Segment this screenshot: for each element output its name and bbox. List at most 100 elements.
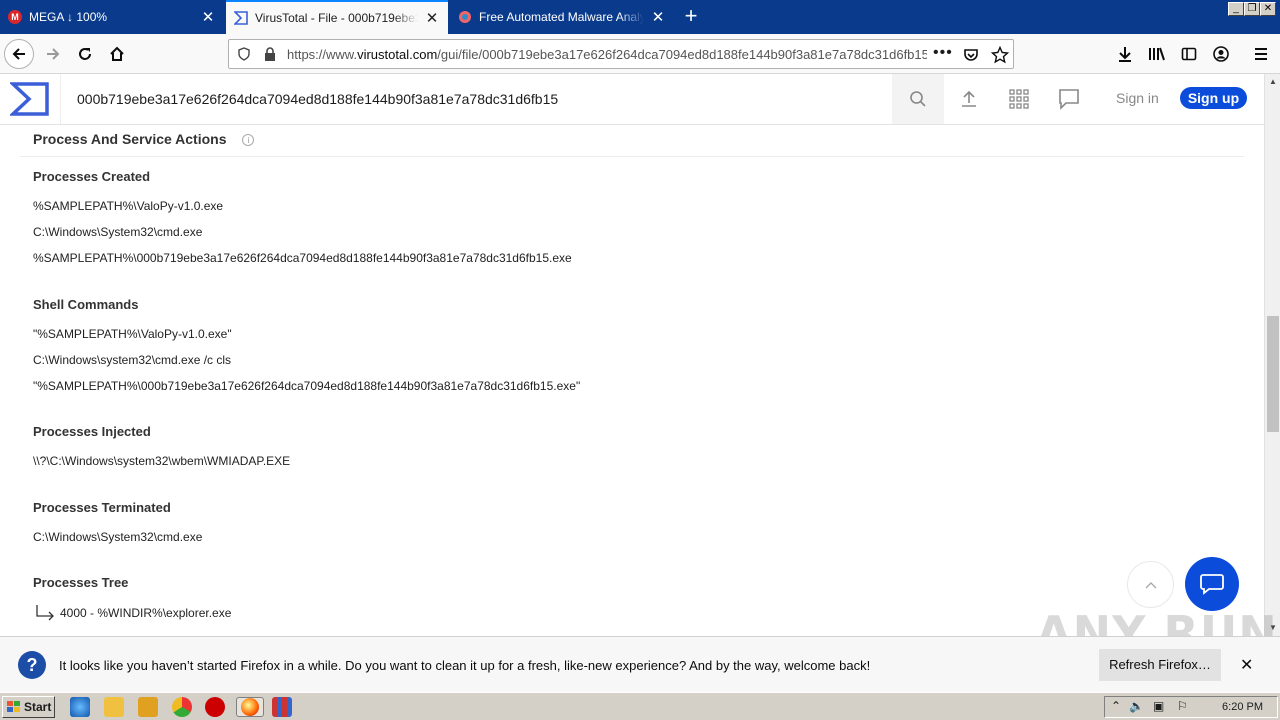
sidebar-icon [1181,47,1197,61]
upload-button[interactable] [957,87,981,111]
browser-tab-strip: M MEGA ↓ 100% ✕ VirusTotal - File - 000b… [0,0,1280,34]
pocket-icon[interactable] [963,47,979,63]
downloads-button[interactable] [1110,39,1140,69]
grid-icon [1009,89,1029,109]
list-item[interactable]: C:\Windows\system32\cmd.exe /c cls [33,353,231,367]
anyrun-icon [458,10,472,24]
process-tree-node[interactable]: 4000 - %WINDIR%\explorer.exe [33,605,231,621]
download-icon [1119,47,1131,62]
sidebar-button[interactable] [1174,39,1204,69]
arrow-left-icon [12,48,25,60]
firefox-taskbar-button[interactable] [236,697,264,717]
close-icon[interactable]: ✕ [1240,655,1253,675]
close-tab-icon[interactable]: ✕ [200,8,216,26]
account-icon [1213,46,1229,62]
new-tab-button[interactable]: + [678,4,704,30]
library-button[interactable] [1142,39,1172,69]
list-item[interactable]: %SAMPLEPATH%\000b719ebe3a17e626f264dca70… [33,251,572,265]
network-icon[interactable]: ▣ [1153,699,1164,713]
tab-mega[interactable]: M MEGA ↓ 100% ✕ [0,0,224,34]
sign-in-link[interactable]: Sign in [1116,90,1159,106]
search-icon [910,91,926,107]
arrow-right-icon [47,48,60,60]
info-icon[interactable]: i [242,134,255,146]
start-button[interactable]: Start [2,696,55,718]
notification-bar: ? It looks like you haven’t started Fire… [0,636,1280,692]
ie-icon[interactable] [70,697,90,717]
window-close-button[interactable]: ✕ [1260,2,1276,16]
tab-virustotal[interactable]: VirusTotal - File - 000b719ebe3a17e626f2… [226,0,448,34]
group-title-processes-injected: Processes Injected [33,424,151,439]
reload-button[interactable] [70,39,100,69]
restore-button[interactable]: ❐ [1244,2,1260,16]
start-label: Start [24,700,52,714]
clock[interactable]: 6:20 PM [1222,701,1263,713]
home-button[interactable] [102,39,132,69]
media-player-icon[interactable] [138,697,158,717]
question-icon: ? [18,651,46,679]
chrome-icon[interactable] [172,697,192,717]
more-actions-icon[interactable]: ••• [933,44,953,62]
winrar-icon[interactable] [272,697,292,717]
section-title: Process And Service Actions i [33,131,255,147]
virustotal-icon [234,11,248,25]
lock-icon [265,47,275,61]
reload-icon [79,48,91,60]
hamburger-menu-icon [1255,48,1267,60]
apps-button[interactable] [1007,87,1031,111]
back-button[interactable] [4,39,34,69]
search-button[interactable] [892,74,944,124]
list-item[interactable]: C:\Windows\System32\cmd.exe [33,225,202,239]
chevron-up-icon [1145,581,1156,588]
url-text: https://www.virustotal.com/gui/file/000b… [287,47,927,62]
windows-logo-icon [7,701,20,712]
group-title-processes-created: Processes Created [33,169,151,184]
scrollbar-thumb[interactable] [1267,316,1279,432]
behavior-content: Process And Service Actions i Processes C… [0,125,1264,635]
explorer-folder-icon[interactable] [104,697,124,717]
windows-taskbar: Start ⌃ 🔈 ▣ ⚐ 6:20 PM [0,692,1280,720]
refresh-firefox-button[interactable]: Refresh Firefox… [1099,649,1221,681]
shield-icon [238,47,250,61]
bookmark-star-icon[interactable] [991,46,1009,64]
list-item[interactable]: "%SAMPLEPATH%\000b719ebe3a17e626f264dca7… [33,379,580,393]
tab-anyrun[interactable]: Free Automated Malware Analysis ✕ [450,0,674,34]
tray-expand-icon[interactable]: ⌃ [1111,699,1121,713]
tab-title: MEGA ↓ 100% [29,10,108,24]
tab-title: Free Automated Malware Analysis [479,10,644,24]
account-button[interactable] [1206,39,1236,69]
home-icon [110,46,124,61]
divider [20,156,1244,157]
firefox-icon [241,698,259,716]
opera-icon[interactable] [205,697,225,717]
upload-icon [962,90,976,107]
virustotal-logo-icon[interactable] [10,81,50,117]
group-title-processes-terminated: Processes Terminated [33,500,171,515]
forward-button[interactable] [38,39,68,69]
scroll-to-top-button[interactable] [1127,561,1174,608]
close-tab-icon[interactable]: ✕ [424,9,440,27]
chat-button[interactable] [1185,557,1239,611]
url-bar[interactable]: https://www.virustotal.com/gui/file/000b… [228,39,1014,69]
tree-branch-arrow-icon [36,605,54,621]
list-item[interactable]: \\?\C:\Windows\system32\wbem\WMIADAP.EXE [33,454,290,468]
feedback-button[interactable] [1057,87,1081,111]
virustotal-header: 000b719ebe3a17e626f264dca7094ed8d188fe14… [0,74,1264,125]
flag-icon[interactable]: ⚐ [1177,699,1188,713]
system-tray: ⌃ 🔈 ▣ ⚐ 6:20 PM [1104,696,1278,718]
library-icon [1149,47,1165,61]
sign-up-button[interactable]: Sign up [1180,87,1247,109]
list-item[interactable]: C:\Windows\System32\cmd.exe [33,530,202,544]
volume-icon[interactable]: 🔈 [1129,699,1144,713]
vertical-scrollbar[interactable]: ▲ ▼ [1264,74,1280,636]
minimize-button[interactable]: _ [1228,2,1244,16]
tab-title: VirusTotal - File - 000b719ebe3a17e626f2… [255,11,418,25]
mega-icon: M [8,10,22,24]
list-item[interactable]: "%SAMPLEPATH%\ValoPy-v1.0.exe" [33,327,232,341]
list-item[interactable]: %SAMPLEPATH%\ValoPy-v1.0.exe [33,199,223,213]
scroll-up-arrow-icon[interactable]: ▲ [1265,74,1280,90]
menu-button[interactable] [1246,39,1276,69]
close-tab-icon[interactable]: ✕ [650,8,666,26]
notification-message: It looks like you haven’t started Firefo… [59,658,871,673]
search-input[interactable]: 000b719ebe3a17e626f264dca7094ed8d188fe14… [60,74,892,124]
